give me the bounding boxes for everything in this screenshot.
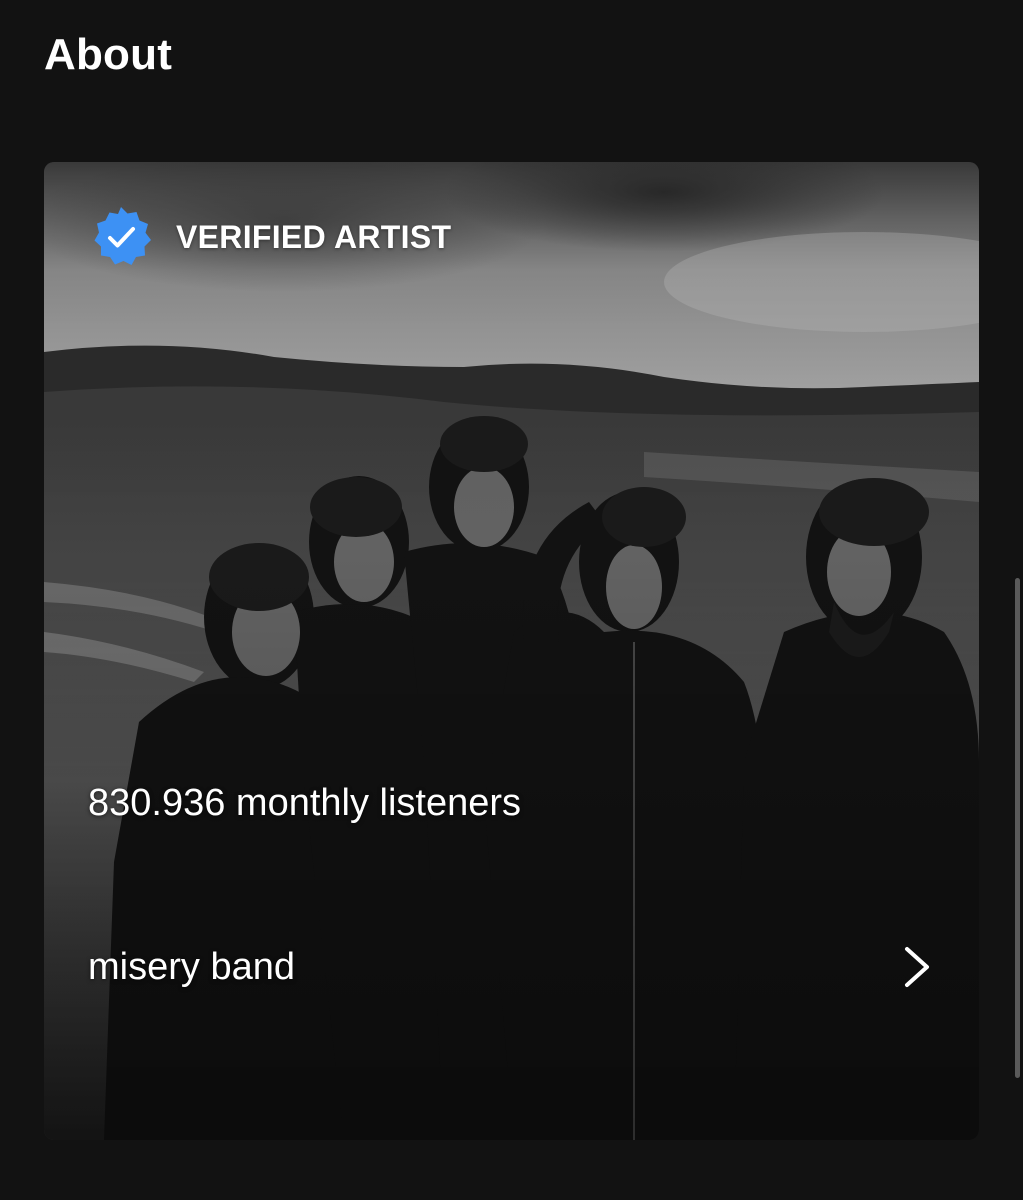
about-card[interactable]: VERIFIED ARTIST 830.936 monthly listener… [44, 162, 979, 1140]
bio-excerpt: misery band [88, 945, 295, 988]
scrollbar-thumb[interactable] [1015, 578, 1020, 1078]
verified-artist-row: VERIFIED ARTIST [88, 204, 451, 270]
section-title: About [44, 30, 173, 79]
bio-row[interactable]: misery band [88, 942, 935, 992]
monthly-listeners: 830.936 monthly listeners [88, 782, 522, 824]
verified-artist-label: VERIFIED ARTIST [176, 218, 452, 255]
verified-check-icon [94, 207, 151, 265]
chevron-right-icon[interactable] [899, 945, 933, 989]
card-overlay [44, 162, 979, 1140]
scrollbar-track[interactable] [1015, 0, 1023, 1200]
